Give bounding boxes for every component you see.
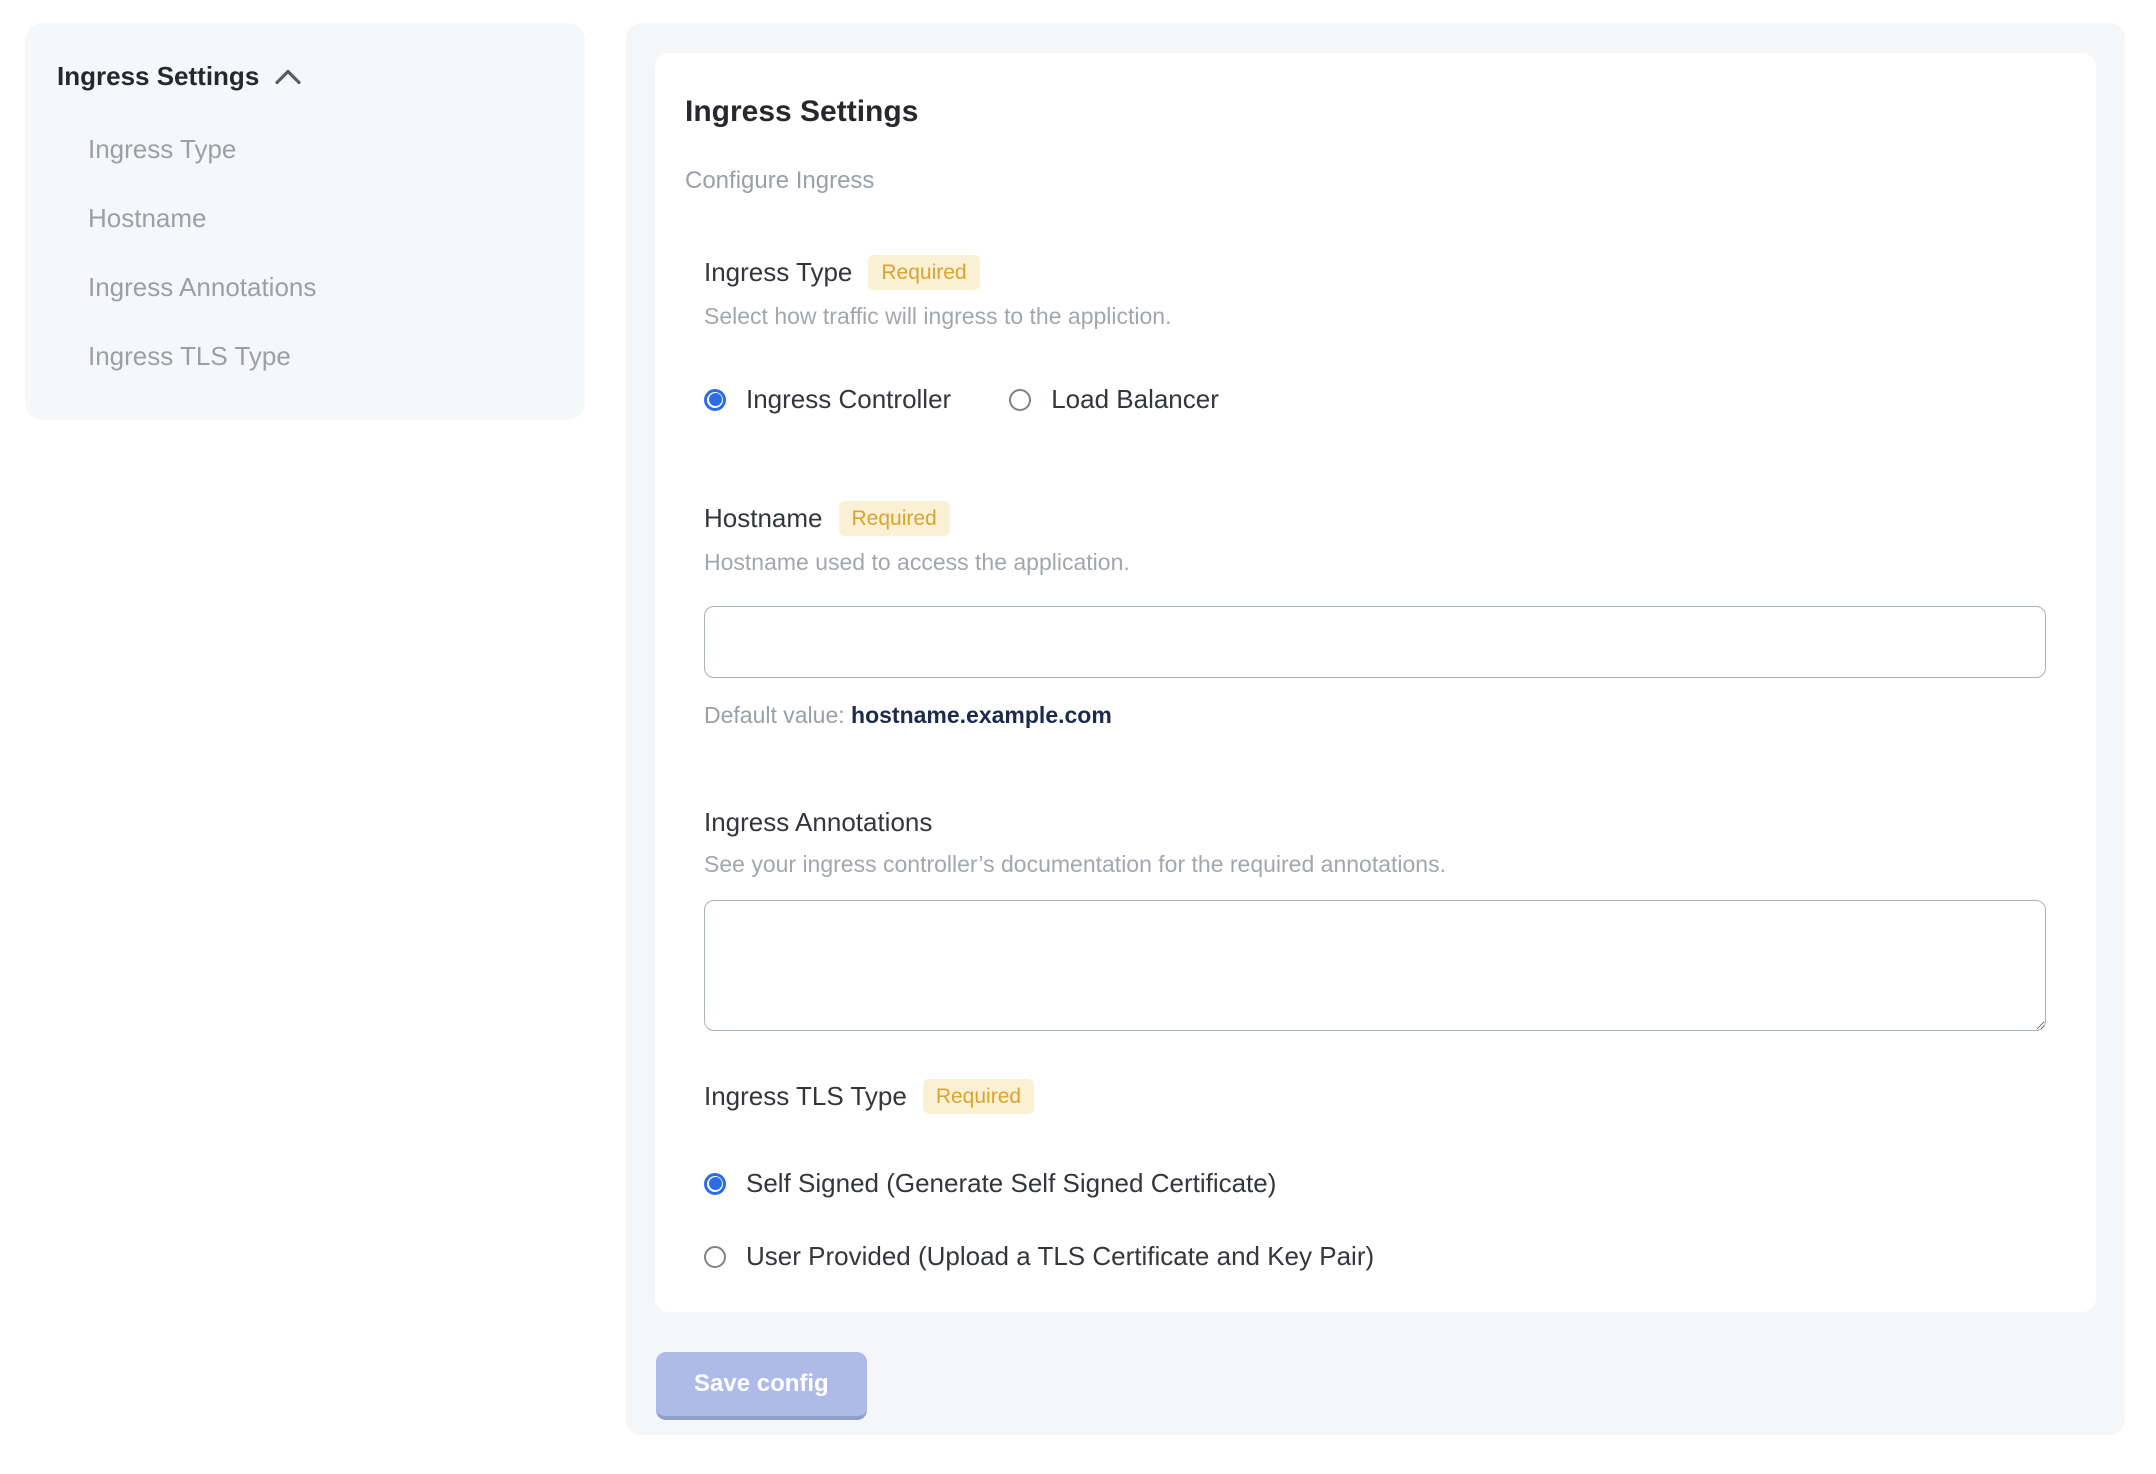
chevron-up-icon [275,69,301,85]
field-description-ingress-annotations: See your ingress controller’s documentat… [704,851,1446,878]
section-ingress-type: Ingress Type Required Select how traffic… [704,255,2046,415]
section-ingress-tls-type: Ingress TLS Type Required Self Signed (G… [704,1079,2046,1272]
save-config-button[interactable]: Save config [656,1352,867,1421]
settings-sidebar: Ingress Settings Ingress Type Hostname I… [25,23,585,420]
settings-panel: Ingress Settings Configure Ingress Ingre… [626,23,2125,1435]
radio-icon [704,1172,726,1195]
section-ingress-annotations: Ingress Annotations See your ingress con… [704,807,2046,1032]
default-value-text: hostname.example.com [851,702,1112,729]
required-badge: Required [838,501,950,537]
field-label-hostname: Hostname [704,503,823,534]
page-subtitle: Configure Ingress [685,167,875,194]
ingress-annotations-textarea[interactable] [704,900,2046,1032]
sidebar-item-ingress-annotations[interactable]: Ingress Annotations [88,272,553,303]
sidebar-section-header[interactable]: Ingress Settings [57,61,553,92]
radio-icon [704,388,726,411]
form-sections: Ingress Type Required Select how traffic… [704,255,2046,1272]
radio-icon [1009,388,1032,411]
radio-icon [704,1245,726,1268]
required-badge: Required [922,1079,1035,1115]
radio-option-self-signed[interactable]: Self Signed (Generate Self Signed Certif… [704,1168,2046,1199]
required-badge: Required [868,255,980,291]
section-hostname: Hostname Required Hostname used to acces… [704,501,2046,729]
field-description-ingress-type: Select how traffic will ingress to the a… [704,303,1172,330]
sidebar-item-ingress-tls-type[interactable]: Ingress TLS Type [88,341,553,372]
ingress-settings-card: Ingress Settings Configure Ingress Ingre… [655,53,2096,1313]
sidebar-section-title: Ingress Settings [57,61,260,91]
radio-option-ingress-controller[interactable]: Ingress Controller [704,384,951,415]
sidebar-item-list: Ingress Type Hostname Ingress Annotation… [57,134,553,372]
hostname-input[interactable] [704,606,2046,679]
radio-option-load-balancer[interactable]: Load Balancer [1009,384,1219,415]
hostname-default-line: Default value: hostname.example.com [704,702,2046,729]
page-title: Ingress Settings [685,95,919,128]
field-label-ingress-tls-type: Ingress TLS Type [704,1081,907,1112]
field-label-ingress-type: Ingress Type [704,257,853,288]
sidebar-item-ingress-type[interactable]: Ingress Type [88,134,553,165]
ingress-type-radio-group: Ingress Controller Load Balancer [704,384,2046,415]
default-value-label: Default value: [704,702,845,729]
radio-option-user-provided[interactable]: User Provided (Upload a TLS Certificate … [704,1241,2046,1272]
sidebar-item-hostname[interactable]: Hostname [88,203,553,234]
field-description-hostname: Hostname used to access the application. [704,549,1130,576]
field-label-ingress-annotations: Ingress Annotations [704,807,933,838]
